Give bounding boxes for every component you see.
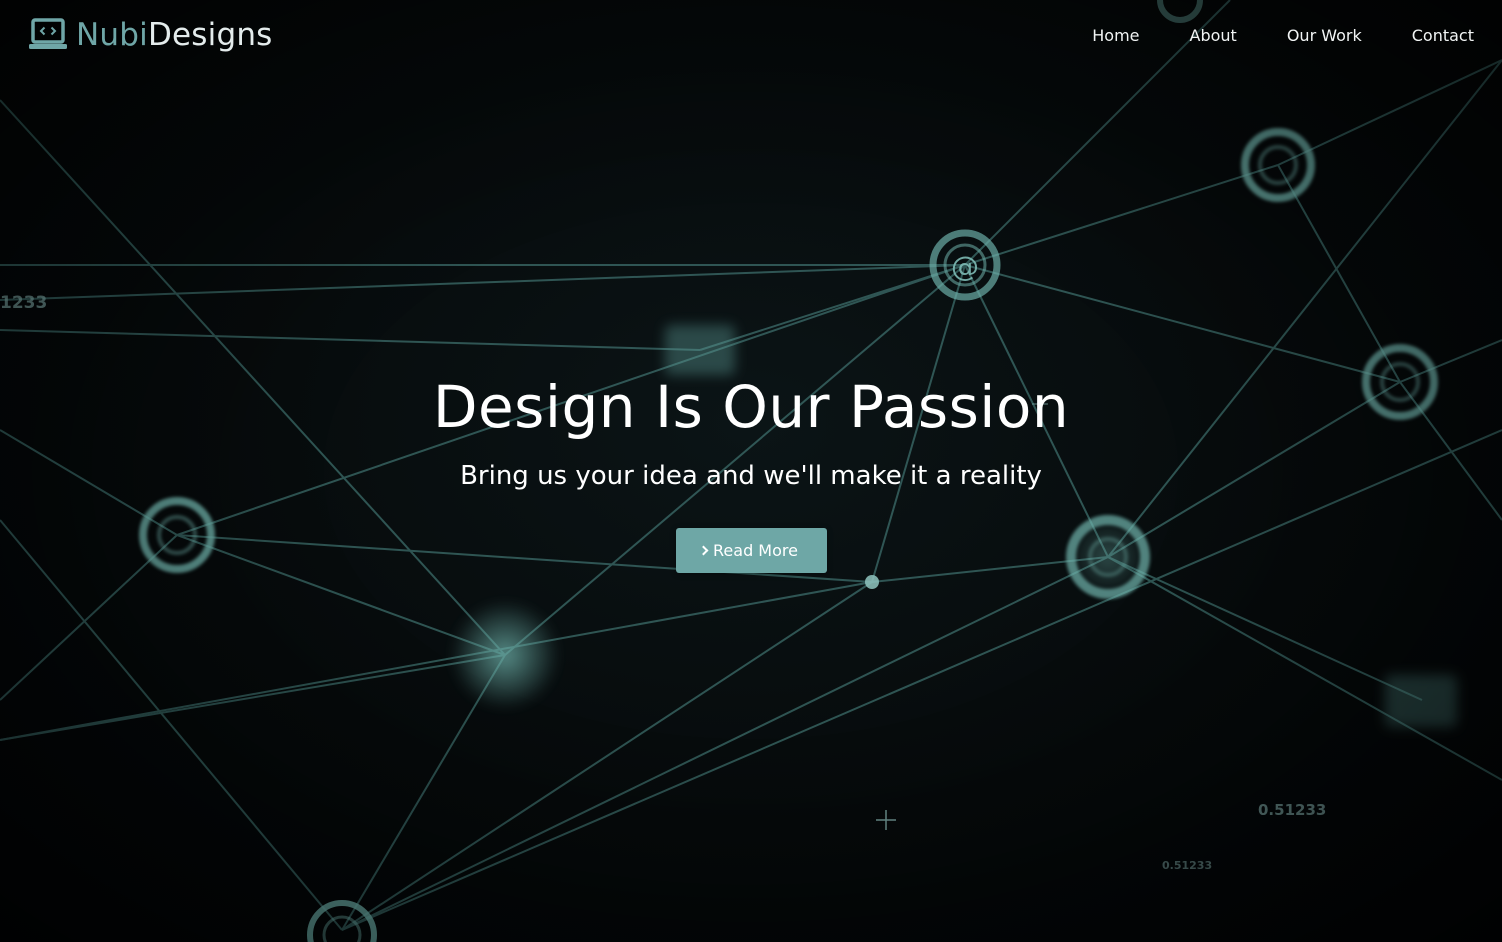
brand-logo[interactable]: NubiDesigns bbox=[28, 18, 273, 52]
bg-number-2: 0.51233 bbox=[1258, 801, 1326, 819]
svg-text:@: @ bbox=[951, 250, 979, 283]
chevron-right-icon bbox=[698, 545, 709, 556]
bg-number-1: 1233 bbox=[0, 293, 47, 313]
node-envelope-blur bbox=[665, 325, 735, 375]
read-more-label: Read More bbox=[713, 541, 798, 560]
brand-name-nubi: Nubi bbox=[76, 16, 148, 53]
nav-link-contact[interactable]: Contact bbox=[1412, 26, 1474, 45]
nav-link-about[interactable]: About bbox=[1190, 26, 1237, 45]
node-glow bbox=[450, 600, 560, 710]
node-bottom bbox=[307, 900, 377, 942]
navbar: NubiDesigns Home About Our Work Contact bbox=[0, 0, 1502, 70]
bg-number-3: 0.51233 bbox=[1162, 859, 1212, 872]
brand-name: NubiDesigns bbox=[76, 16, 273, 53]
hero-section: @ 1233 0.51233 0.51233 NubiDesigns Home … bbox=[0, 0, 1502, 942]
nav-link-our-work[interactable]: Our Work bbox=[1287, 26, 1362, 45]
read-more-button[interactable]: Read More bbox=[675, 528, 827, 573]
hero-subtitle: Bring us your idea and we'll make it a r… bbox=[460, 461, 1042, 491]
nav-link-home[interactable]: Home bbox=[1092, 26, 1139, 45]
laptop-code-icon bbox=[29, 18, 67, 49]
hero-content: Design Is Our Passion Bring us your idea… bbox=[0, 370, 1502, 573]
nav-links: Home About Our Work Contact bbox=[1042, 26, 1474, 45]
brand-name-designs: Designs bbox=[147, 16, 273, 53]
node-small-dot bbox=[865, 575, 879, 589]
node-envelope-blur-right bbox=[1385, 675, 1457, 727]
hero-title: Design Is Our Passion bbox=[432, 373, 1070, 441]
